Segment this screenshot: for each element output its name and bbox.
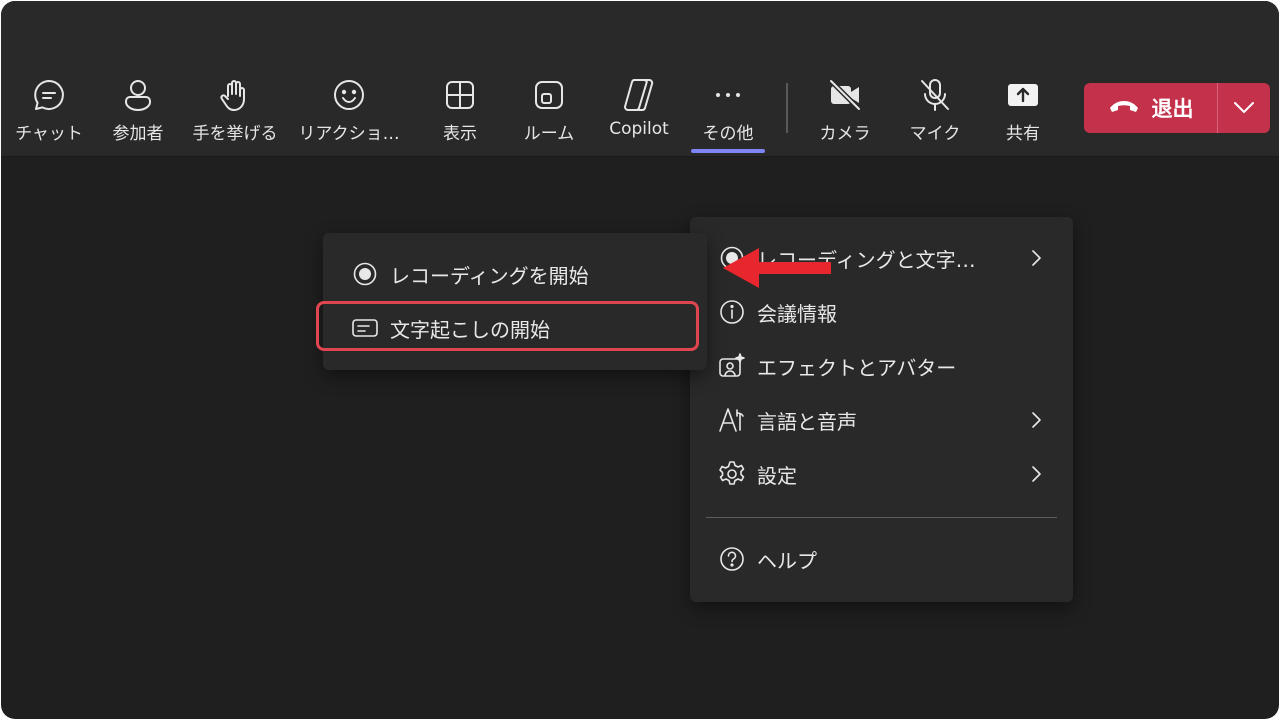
share-button[interactable]: 共有 xyxy=(1003,75,1043,151)
copilot-button[interactable]: Copilot xyxy=(605,75,673,151)
view-button[interactable]: 表示 xyxy=(437,75,483,151)
submenu-item-start-recording[interactable]: レコーディングを開始 xyxy=(323,249,707,299)
red-arrow-annotation xyxy=(723,248,831,288)
share-icon xyxy=(1003,75,1043,115)
raise-hand-label: 手を挙げる xyxy=(192,124,278,144)
chevron-right-icon xyxy=(1029,248,1043,268)
participants-button[interactable]: 参加者 xyxy=(107,75,169,151)
info-icon xyxy=(718,298,746,326)
teams-meeting-window: チャット 参加者 手を挙げる リアクショ… 表示 ルーム Copilot その他… xyxy=(1,1,1279,719)
menu-item-help[interactable]: ヘルプ xyxy=(690,534,1073,584)
gear-icon xyxy=(718,460,746,488)
more-button[interactable]: その他 xyxy=(698,75,758,151)
reactions-label: リアクショ… xyxy=(298,124,400,144)
raise-hand-icon xyxy=(215,75,255,115)
record-icon xyxy=(351,260,379,288)
reactions-button[interactable]: リアクショ… xyxy=(293,75,405,151)
leave-button[interactable]: 退出 xyxy=(1084,83,1217,133)
people-icon xyxy=(118,75,158,115)
camera-off-icon xyxy=(825,75,865,115)
grid-view-icon xyxy=(440,75,480,115)
menu-item-language-speech[interactable]: 言語と音声 xyxy=(690,395,1073,445)
raise-hand-button[interactable]: 手を挙げる xyxy=(190,75,280,151)
leave-button-group: 退出 xyxy=(1084,83,1270,133)
leave-divider xyxy=(1217,83,1218,133)
highlight-annotation-box xyxy=(316,301,699,351)
menu-item-label: 言語と音声 xyxy=(757,409,857,434)
phone-hangup-icon xyxy=(1108,98,1140,118)
leave-options-dropdown[interactable] xyxy=(1218,83,1270,133)
camera-label: カメラ xyxy=(819,124,871,144)
menu-item-label: ヘルプ xyxy=(757,548,817,573)
toolbar-divider xyxy=(786,83,788,133)
chevron-right-icon xyxy=(1029,464,1043,484)
active-tab-indicator xyxy=(691,149,765,153)
mic-off-icon xyxy=(915,75,955,115)
mic-button[interactable]: マイク xyxy=(907,75,963,151)
copilot-icon xyxy=(619,75,659,115)
menu-item-effects-avatars[interactable]: エフェクトとアバター xyxy=(690,341,1073,391)
chat-button[interactable]: チャット xyxy=(14,75,84,151)
menu-item-meeting-info[interactable]: 会議情報 xyxy=(690,287,1073,337)
submenu-item-label: レコーディングを開始 xyxy=(390,263,589,288)
share-label: 共有 xyxy=(1006,124,1040,144)
menu-item-label: 会議情報 xyxy=(757,301,837,326)
view-label: 表示 xyxy=(443,124,477,144)
meeting-toolbar: チャット 参加者 手を挙げる リアクショ… 表示 ルーム Copilot その他… xyxy=(1,1,1279,157)
menu-item-label: 設定 xyxy=(757,463,797,488)
language-icon xyxy=(718,406,746,434)
chat-label: チャット xyxy=(15,124,83,144)
chevron-down-icon xyxy=(1233,99,1255,118)
camera-button[interactable]: カメラ xyxy=(816,75,874,151)
more-icon xyxy=(708,75,748,115)
breakout-room-icon xyxy=(529,75,569,115)
mic-label: マイク xyxy=(909,124,961,144)
effects-icon xyxy=(718,352,746,380)
menu-divider xyxy=(706,517,1057,518)
smiley-icon xyxy=(329,75,369,115)
copilot-label: Copilot xyxy=(609,119,669,139)
chevron-right-icon xyxy=(1029,410,1043,430)
leave-label: 退出 xyxy=(1151,97,1194,121)
more-label: その他 xyxy=(702,124,754,144)
menu-item-settings[interactable]: 設定 xyxy=(690,449,1073,499)
rooms-button[interactable]: ルーム xyxy=(520,75,578,151)
help-icon xyxy=(718,545,746,573)
menu-item-label: エフェクトとアバター xyxy=(757,355,957,380)
chat-icon xyxy=(29,75,69,115)
rooms-label: ルーム xyxy=(523,124,575,144)
participants-label: 参加者 xyxy=(112,124,164,144)
